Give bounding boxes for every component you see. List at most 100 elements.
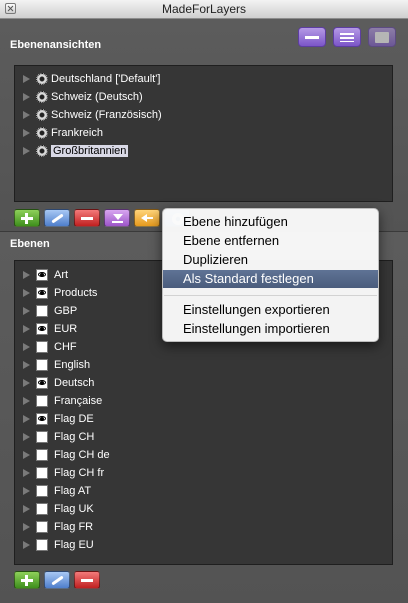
list-item[interactable]: Frankreich <box>23 124 103 142</box>
layer-label: Flag UK <box>54 503 94 515</box>
disclosure-triangle-icon[interactable] <box>23 451 30 459</box>
disclosure-triangle-icon[interactable] <box>23 271 30 279</box>
menu-separator <box>164 295 377 296</box>
save-button[interactable] <box>368 27 396 47</box>
list-button[interactable] <box>333 27 361 47</box>
disclosure-triangle-icon[interactable] <box>23 75 30 83</box>
list-item[interactable]: Deutschland ['Default'] <box>23 70 160 88</box>
menu-item-remove-layer[interactable]: Ebene entfernen <box>163 232 378 250</box>
disclosure-triangle-icon[interactable] <box>23 289 30 297</box>
visibility-checkbox[interactable] <box>36 539 48 551</box>
disclosure-triangle-icon[interactable] <box>23 361 30 369</box>
list-item-selected[interactable]: Großbritannien <box>23 142 129 160</box>
layer-row-chf[interactable]: CHF <box>23 338 77 356</box>
collapse-button[interactable] <box>298 27 326 47</box>
eye-icon[interactable] <box>36 377 48 389</box>
minus-icon <box>81 579 93 582</box>
views-list: Deutschland ['Default'] Schweiz (Deutsch… <box>14 65 393 202</box>
layer-row-deutsch[interactable]: Deutsch <box>23 374 94 392</box>
edit-layer-button[interactable] <box>44 571 70 589</box>
layer-row-flag-ch-fr[interactable]: Flag CH fr <box>23 464 104 482</box>
view-label: Schweiz (Französisch) <box>51 109 162 121</box>
layer-row-art[interactable]: Art <box>23 266 68 284</box>
disclosure-triangle-icon[interactable] <box>23 379 30 387</box>
layer-row-products[interactable]: Products <box>23 284 97 302</box>
layer-row-eur[interactable]: EUR <box>23 320 77 338</box>
menu-item-set-default[interactable]: Als Standard festlegen <box>163 270 378 288</box>
window-title: MadeForLayers <box>161 2 247 16</box>
visibility-checkbox[interactable] <box>36 359 48 371</box>
disclosure-triangle-icon[interactable] <box>23 469 30 477</box>
disclosure-triangle-icon[interactable] <box>23 325 30 333</box>
visibility-checkbox[interactable] <box>36 305 48 317</box>
layers-title: Ebenen <box>10 238 50 250</box>
menu-item-export-settings[interactable]: Einstellungen exportieren <box>163 301 378 319</box>
layer-row-flag-fr[interactable]: Flag FR <box>23 518 93 536</box>
disclosure-triangle-icon[interactable] <box>23 397 30 405</box>
layer-label: Française <box>54 395 103 407</box>
view-label: Frankreich <box>51 127 103 139</box>
disclosure-triangle-icon[interactable] <box>23 505 30 513</box>
layer-label: GBP <box>54 305 78 317</box>
visibility-checkbox[interactable] <box>36 341 48 353</box>
disclosure-triangle-icon[interactable] <box>23 415 30 423</box>
views-title: Ebenenansichten <box>10 39 102 51</box>
visibility-checkbox[interactable] <box>36 521 48 533</box>
visibility-checkbox[interactable] <box>36 449 48 461</box>
disclosure-triangle-icon[interactable] <box>23 129 30 137</box>
edit-view-button[interactable] <box>44 209 70 227</box>
disclosure-triangle-icon[interactable] <box>23 307 30 315</box>
layer-row-flag-de[interactable]: Flag DE <box>23 410 94 428</box>
eye-icon[interactable] <box>36 323 48 335</box>
view-label: Großbritannien <box>51 145 129 157</box>
remove-layer-button[interactable] <box>74 571 100 589</box>
layer-row-flag-eu[interactable]: Flag EU <box>23 536 94 554</box>
visibility-checkbox[interactable] <box>36 485 48 497</box>
layer-row-flag-uk[interactable]: Flag UK <box>23 500 94 518</box>
list-item[interactable]: Schweiz (Französisch) <box>23 106 162 124</box>
layer-row-flag-at[interactable]: Flag AT <box>23 482 91 500</box>
layer-label: CHF <box>54 341 77 353</box>
radio-icon[interactable] <box>36 91 48 103</box>
radio-icon[interactable] <box>36 127 48 139</box>
radio-icon[interactable] <box>36 73 48 85</box>
visibility-checkbox[interactable] <box>36 431 48 443</box>
disclosure-triangle-icon[interactable] <box>23 433 30 441</box>
eye-icon[interactable] <box>36 287 48 299</box>
pencil-icon <box>51 575 64 586</box>
layer-row-flag-ch[interactable]: Flag CH <box>23 428 94 446</box>
layer-label: English <box>54 359 91 371</box>
eye-icon[interactable] <box>36 413 48 425</box>
menu-item-duplicate[interactable]: Duplizieren <box>163 251 378 269</box>
view-label: Schweiz (Deutsch) <box>51 91 143 103</box>
menu-item-import-settings[interactable]: Einstellungen importieren <box>163 320 378 338</box>
list-item[interactable]: Schweiz (Deutsch) <box>23 88 143 106</box>
remove-view-button[interactable] <box>74 209 100 227</box>
layer-row-francaise[interactable]: Française <box>23 392 102 410</box>
layer-label: Art <box>54 269 69 281</box>
layer-label: Flag CH de <box>54 449 110 461</box>
eye-icon[interactable] <box>36 269 48 281</box>
minus-icon <box>81 217 93 220</box>
layer-row-english[interactable]: English <box>23 356 90 374</box>
disclosure-triangle-icon[interactable] <box>23 343 30 351</box>
disclosure-triangle-icon[interactable] <box>23 541 30 549</box>
menu-item-add-layer[interactable]: Ebene hinzufügen <box>163 213 378 231</box>
disclosure-triangle-icon[interactable] <box>23 523 30 531</box>
layer-row-flag-ch-de[interactable]: Flag CH de <box>23 446 110 464</box>
disclosure-triangle-icon[interactable] <box>23 111 30 119</box>
radio-icon[interactable] <box>36 109 48 121</box>
disclosure-triangle-icon[interactable] <box>23 487 30 495</box>
title-bar: MadeForLayers <box>0 0 408 19</box>
visibility-checkbox[interactable] <box>36 395 48 407</box>
visibility-checkbox[interactable] <box>36 503 48 515</box>
disclosure-triangle-icon[interactable] <box>23 93 30 101</box>
revert-button[interactable] <box>134 209 160 227</box>
radio-icon[interactable] <box>36 145 48 157</box>
layer-row-gbp[interactable]: GBP <box>23 302 77 320</box>
add-view-button[interactable] <box>14 209 40 227</box>
visibility-checkbox[interactable] <box>36 467 48 479</box>
add-layer-button[interactable] <box>14 571 40 589</box>
disclosure-triangle-icon[interactable] <box>23 147 30 155</box>
move-down-button[interactable] <box>104 209 130 227</box>
